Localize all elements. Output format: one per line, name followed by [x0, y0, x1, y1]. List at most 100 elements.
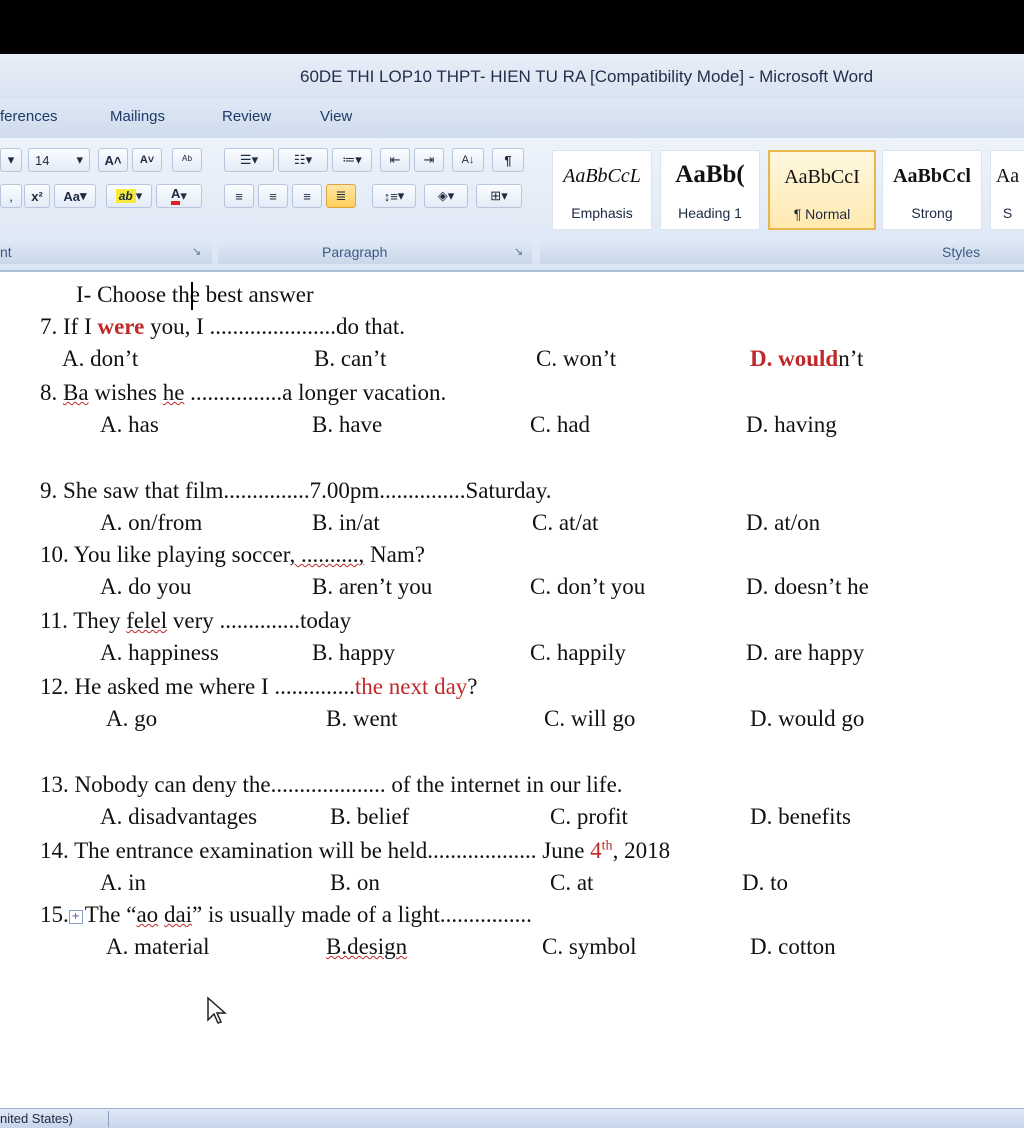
increase-indent-button[interactable]: ⇥ [414, 148, 444, 172]
q13-option-b[interactable]: B. belief [330, 804, 409, 830]
q14-option-d[interactable]: D. to [742, 870, 788, 896]
sort-button[interactable]: A↓ [452, 148, 484, 172]
q15-option-a[interactable]: A. material [106, 934, 209, 960]
q9-option-c[interactable]: C. at/at [532, 510, 598, 536]
status-bar: nited States) [0, 1108, 1024, 1128]
font-size-value: 14 [35, 152, 50, 168]
word-window: 60DE THI LOP10 THPT- HIEN TU RA [Compati… [0, 54, 1024, 1128]
q7-option-b[interactable]: B. can’t [314, 346, 386, 372]
highlight-button[interactable]: ab ▾ [106, 184, 152, 208]
q13-option-a[interactable]: A. disadvantages [100, 804, 257, 830]
superscript-button[interactable]: x² [24, 184, 50, 208]
style-sample: AaBbCcL [563, 165, 641, 187]
q15-option-d[interactable]: D. cotton [750, 934, 836, 960]
font-group-label: nt [0, 244, 12, 260]
question-11: 11. They felel very ..............today [40, 608, 352, 633]
q13-option-d[interactable]: D. benefits [750, 804, 851, 830]
font-name-dropdown[interactable]: ▾ [0, 148, 22, 172]
q15-option-c[interactable]: C. symbol [542, 934, 637, 960]
q9-option-b[interactable]: B. in/at [312, 510, 380, 536]
q12-option-a[interactable]: A. go [106, 706, 157, 732]
q10-option-a[interactable]: A. do you [100, 574, 191, 600]
q9-option-d[interactable]: D. at/on [746, 510, 820, 536]
style-emphasis[interactable]: AaBbCcL Emphasis [552, 150, 652, 230]
align-left-icon: ≡ [235, 188, 243, 204]
style-sample: Aa [995, 165, 1020, 187]
tab-view[interactable]: View [320, 108, 352, 125]
q11-option-c[interactable]: C. happily [530, 640, 626, 666]
style-name: Emphasis [571, 205, 633, 221]
question-10: 10. You like playing soccer, ..........,… [40, 542, 425, 567]
q7-option-c[interactable]: C. won’t [536, 346, 616, 372]
q11-option-a[interactable]: A. happiness [100, 640, 219, 666]
q12-option-d[interactable]: D. would go [750, 706, 864, 732]
q14-option-b[interactable]: B. on [330, 870, 380, 896]
subscript-button[interactable]: , [0, 184, 22, 208]
clear-formatting-button[interactable]: ᴬᵇ [172, 148, 202, 172]
align-left-button[interactable]: ≡ [224, 184, 254, 208]
window-title: 60DE THI LOP10 THPT- HIEN TU RA [Compati… [300, 67, 874, 86]
justify-button[interactable]: ≣ [326, 184, 356, 208]
q11-option-d[interactable]: D. are happy [746, 640, 864, 666]
align-right-button[interactable]: ≡ [292, 184, 322, 208]
borders-button[interactable]: ⊞ ▾ [476, 184, 522, 208]
style-normal[interactable]: AaBbCcI ¶ Normal [768, 150, 876, 230]
q8-option-d[interactable]: D. having [746, 412, 837, 438]
q9-option-a[interactable]: A. on/from [100, 510, 202, 536]
q15-option-b[interactable]: B.design [326, 934, 407, 960]
font-color-icon: A [171, 187, 181, 205]
q7-option-a[interactable]: A. don’t [62, 346, 138, 372]
dialog-launcher-icon[interactable]: ↘ [192, 245, 201, 258]
style-heading-1[interactable]: AaBb( Heading 1 [660, 150, 760, 230]
q10-option-c[interactable]: C. don’t you [530, 574, 645, 600]
section-heading: I- Choose the best answer [76, 282, 314, 307]
q14-option-c[interactable]: C. at [550, 870, 593, 896]
decrease-indent-button[interactable]: ⇤ [380, 148, 410, 172]
tab-references[interactable]: ferences [0, 108, 58, 125]
move-handle-icon[interactable]: + [68, 909, 83, 924]
q8-option-c[interactable]: C. had [530, 412, 590, 438]
multilevel-list-button[interactable]: ≔ ▾ [332, 148, 372, 172]
text-cursor [191, 282, 193, 310]
show-formatting-button[interactable]: ¶ [492, 148, 524, 172]
paragraph-group-strip: Paragraph ↘ [218, 242, 532, 264]
highlighter-icon: ab [115, 189, 136, 203]
language-status[interactable]: nited States) [0, 1111, 73, 1126]
status-divider [108, 1111, 109, 1127]
q7-option-d[interactable]: D. wouldn’t [750, 346, 863, 372]
change-case-button[interactable]: Aa ▾ [54, 184, 96, 208]
q13-option-c[interactable]: C. profit [550, 804, 628, 830]
style-strong[interactable]: AaBbCcl Strong [882, 150, 982, 230]
q12-option-b[interactable]: B. went [326, 706, 398, 732]
dialog-launcher-icon[interactable]: ↘ [514, 245, 523, 258]
mouse-pointer-icon [207, 996, 227, 1024]
document-page[interactable]: I- Choose the best answer 7. If I were y… [0, 272, 1024, 1110]
shading-button[interactable]: ◈ ▾ [424, 184, 468, 208]
q14-option-a[interactable]: A. in [100, 870, 146, 896]
grow-font-button[interactable]: A˄ [98, 148, 128, 172]
numbering-button[interactable]: ☷ ▾ [278, 148, 328, 172]
multilevel-list-icon: ≔ [342, 152, 356, 167]
numbered-list-icon: ☷ [293, 152, 306, 167]
style-subtitle[interactable]: Aa S [990, 150, 1024, 230]
bullets-button[interactable]: ☰ ▾ [224, 148, 274, 172]
q11-option-b[interactable]: B. happy [312, 640, 395, 666]
align-center-button[interactable]: ≡ [258, 184, 288, 208]
pilcrow-icon: ¶ [504, 152, 512, 168]
q12-option-c[interactable]: C. will go [544, 706, 635, 732]
q10-option-d[interactable]: D. doesn’t he [746, 574, 869, 600]
font-color-button[interactable]: A ▾ [156, 184, 202, 208]
q8-option-a[interactable]: A. has [100, 412, 159, 438]
tab-review[interactable]: Review [222, 108, 271, 125]
q10-option-b[interactable]: B. aren’t you [312, 574, 432, 600]
superscript-icon: x² [31, 188, 43, 204]
increase-indent-icon: ⇥ [423, 152, 435, 167]
font-size-dropdown[interactable]: 14 ▾ [28, 148, 90, 172]
line-spacing-button[interactable]: ↕≡ ▾ [372, 184, 416, 208]
change-case-icon: Aa [63, 188, 81, 204]
borders-icon: ⊞ [490, 188, 502, 203]
shrink-font-button[interactable]: A˅ [132, 148, 162, 172]
align-center-icon: ≡ [269, 188, 277, 204]
q8-option-b[interactable]: B. have [312, 412, 382, 438]
tab-mailings[interactable]: Mailings [110, 108, 165, 125]
